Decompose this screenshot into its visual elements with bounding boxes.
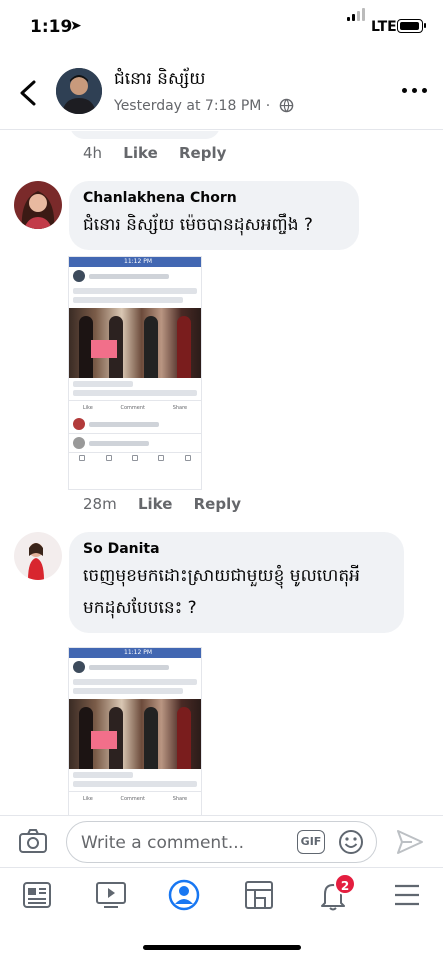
post-timestamp: Yesterday at 7:18 PM · bbox=[114, 98, 294, 114]
network-type: LTE bbox=[371, 19, 397, 35]
battery-icon bbox=[397, 19, 426, 33]
comment-attachment-image[interactable]: 11:12 PM Like Comment Share bbox=[68, 256, 202, 490]
bottom-tab-bar: 2 bbox=[0, 867, 443, 960]
comment-time: 28m bbox=[83, 495, 117, 513]
reply-button[interactable]: Reply bbox=[179, 144, 226, 162]
emoji-icon[interactable] bbox=[338, 829, 364, 855]
menu-icon[interactable] bbox=[390, 878, 424, 912]
author-avatar[interactable] bbox=[56, 68, 102, 114]
globe-icon bbox=[279, 98, 293, 113]
reply-button[interactable]: Reply bbox=[194, 495, 241, 513]
send-icon[interactable] bbox=[396, 829, 424, 855]
location-arrow-icon: ➤ bbox=[70, 18, 82, 34]
comments-feed[interactable]: 4h Like Reply Chanlakhena Chorn ជំនោរ និ… bbox=[0, 131, 443, 815]
comment-text-line-2: មកដុសបែបនេះ ? bbox=[83, 598, 197, 618]
author-name[interactable]: ជំនោរ និស្ស័យ bbox=[114, 68, 205, 93]
comment-input[interactable]: Write a comment... GIF bbox=[66, 821, 377, 863]
comment-text-line-1: ចេញមុខមកដោះស្រាយជាមួយខ្ញុំ មូលហេតុអី bbox=[83, 566, 360, 586]
commenter-avatar[interactable] bbox=[14, 532, 62, 580]
comment-placeholder: Write a comment... bbox=[81, 833, 245, 853]
comment-actions: 28m Like Reply bbox=[83, 495, 257, 513]
more-options-icon[interactable] bbox=[402, 88, 428, 96]
notification-badge: 2 bbox=[334, 873, 356, 895]
like-button[interactable]: Like bbox=[123, 144, 157, 162]
back-arrow-icon[interactable] bbox=[16, 78, 42, 108]
status-time: 1:19 bbox=[30, 17, 73, 37]
previous-comment-bubble bbox=[70, 131, 220, 139]
comment-bubble: Chanlakhena Chorn ជំនោរ និស្ស័យ ម៉េចបានដ… bbox=[69, 181, 359, 250]
comment-attachment-image[interactable]: 11:12 PM Like Comment Share bbox=[68, 647, 202, 815]
comment-bubble: So Danita ចេញមុខមកដោះស្រាយជាមួយខ្ញុំ មូល… bbox=[69, 532, 404, 633]
watch-icon[interactable] bbox=[94, 878, 128, 912]
profile-icon[interactable] bbox=[167, 878, 201, 912]
comment-text: ជំនោរ និស្ស័យ ម៉េចបានដុសអញ្ចឹង ? bbox=[83, 215, 313, 235]
like-button[interactable]: Like bbox=[138, 495, 172, 513]
comment-time: 4h bbox=[83, 144, 103, 162]
groups-icon[interactable] bbox=[242, 878, 276, 912]
home-indicator bbox=[143, 945, 301, 950]
post-header: ជំនោរ និស្ស័យ Yesterday at 7:18 PM · bbox=[0, 56, 443, 130]
commenter-avatar[interactable] bbox=[14, 181, 62, 229]
commenter-name[interactable]: Chanlakhena Chorn bbox=[83, 190, 345, 206]
commenter-name[interactable]: So Danita bbox=[83, 541, 390, 557]
camera-icon[interactable] bbox=[18, 828, 48, 854]
gif-button[interactable]: GIF bbox=[297, 830, 325, 854]
comment-actions: 4h Like Reply bbox=[83, 144, 242, 162]
status-bar: 1:19 ➤ LTE bbox=[0, 0, 443, 56]
post-time-text: Yesterday at 7:18 PM · bbox=[114, 98, 271, 114]
news-feed-icon[interactable] bbox=[20, 878, 54, 912]
comment-composer: Write a comment... GIF bbox=[0, 815, 443, 867]
